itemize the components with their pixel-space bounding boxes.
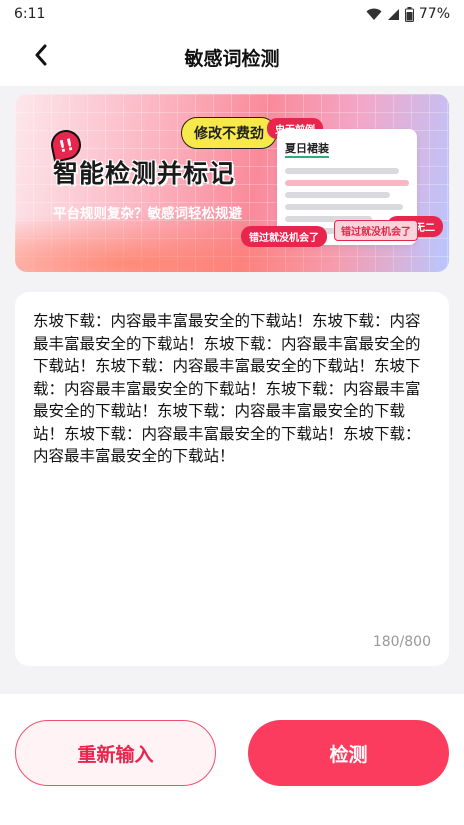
status-time: 6:11 bbox=[14, 6, 46, 22]
battery-percent: 77% bbox=[418, 6, 450, 22]
tag-miss: 错过就没机会了 bbox=[241, 226, 327, 247]
nav-bar: 敏感词检测 bbox=[0, 28, 464, 86]
banner-headline: 智能检测并标记 bbox=[53, 159, 236, 188]
detect-button[interactable]: 检测 bbox=[248, 720, 449, 786]
status-icons: 77% bbox=[366, 6, 450, 22]
banner-subline: 平台规则复杂？敏感词轻松规避 bbox=[53, 206, 242, 222]
editor-text[interactable]: 东坡下载：内容最丰富最安全的下载站！东坡下载：内容最丰富最安全的下载站！东坡下载… bbox=[33, 310, 431, 468]
note-line bbox=[285, 180, 409, 186]
back-button[interactable] bbox=[24, 40, 58, 74]
char-count: 180/800 bbox=[372, 634, 431, 650]
footer: 重新输入 检测 bbox=[0, 694, 464, 825]
note-line bbox=[285, 204, 403, 210]
text-editor[interactable]: 东坡下载：内容最丰富最安全的下载站！东坡下载：内容最丰富最安全的下载站！东坡下载… bbox=[15, 292, 449, 666]
promo-banner[interactable]: !! 智能检测并标记 平台规则复杂？敏感词轻松规避 修改不费劲 史无前例 夏日裙… bbox=[15, 94, 449, 272]
signal-icon bbox=[387, 8, 400, 21]
status-bar: 6:11 77% bbox=[0, 0, 464, 28]
reset-button[interactable]: 重新输入 bbox=[15, 720, 216, 786]
battery-icon bbox=[404, 6, 414, 22]
note-line bbox=[285, 192, 391, 198]
wifi-icon bbox=[366, 8, 382, 21]
chevron-left-icon bbox=[34, 44, 48, 70]
page-title: 敏感词检测 bbox=[184, 47, 280, 70]
note-title: 夏日裙装 bbox=[285, 140, 329, 158]
free-edit-badge: 修改不费劲 bbox=[181, 117, 277, 149]
tag-miss-highlight: 错过就没机会了 bbox=[334, 220, 418, 241]
note-line bbox=[285, 168, 400, 174]
